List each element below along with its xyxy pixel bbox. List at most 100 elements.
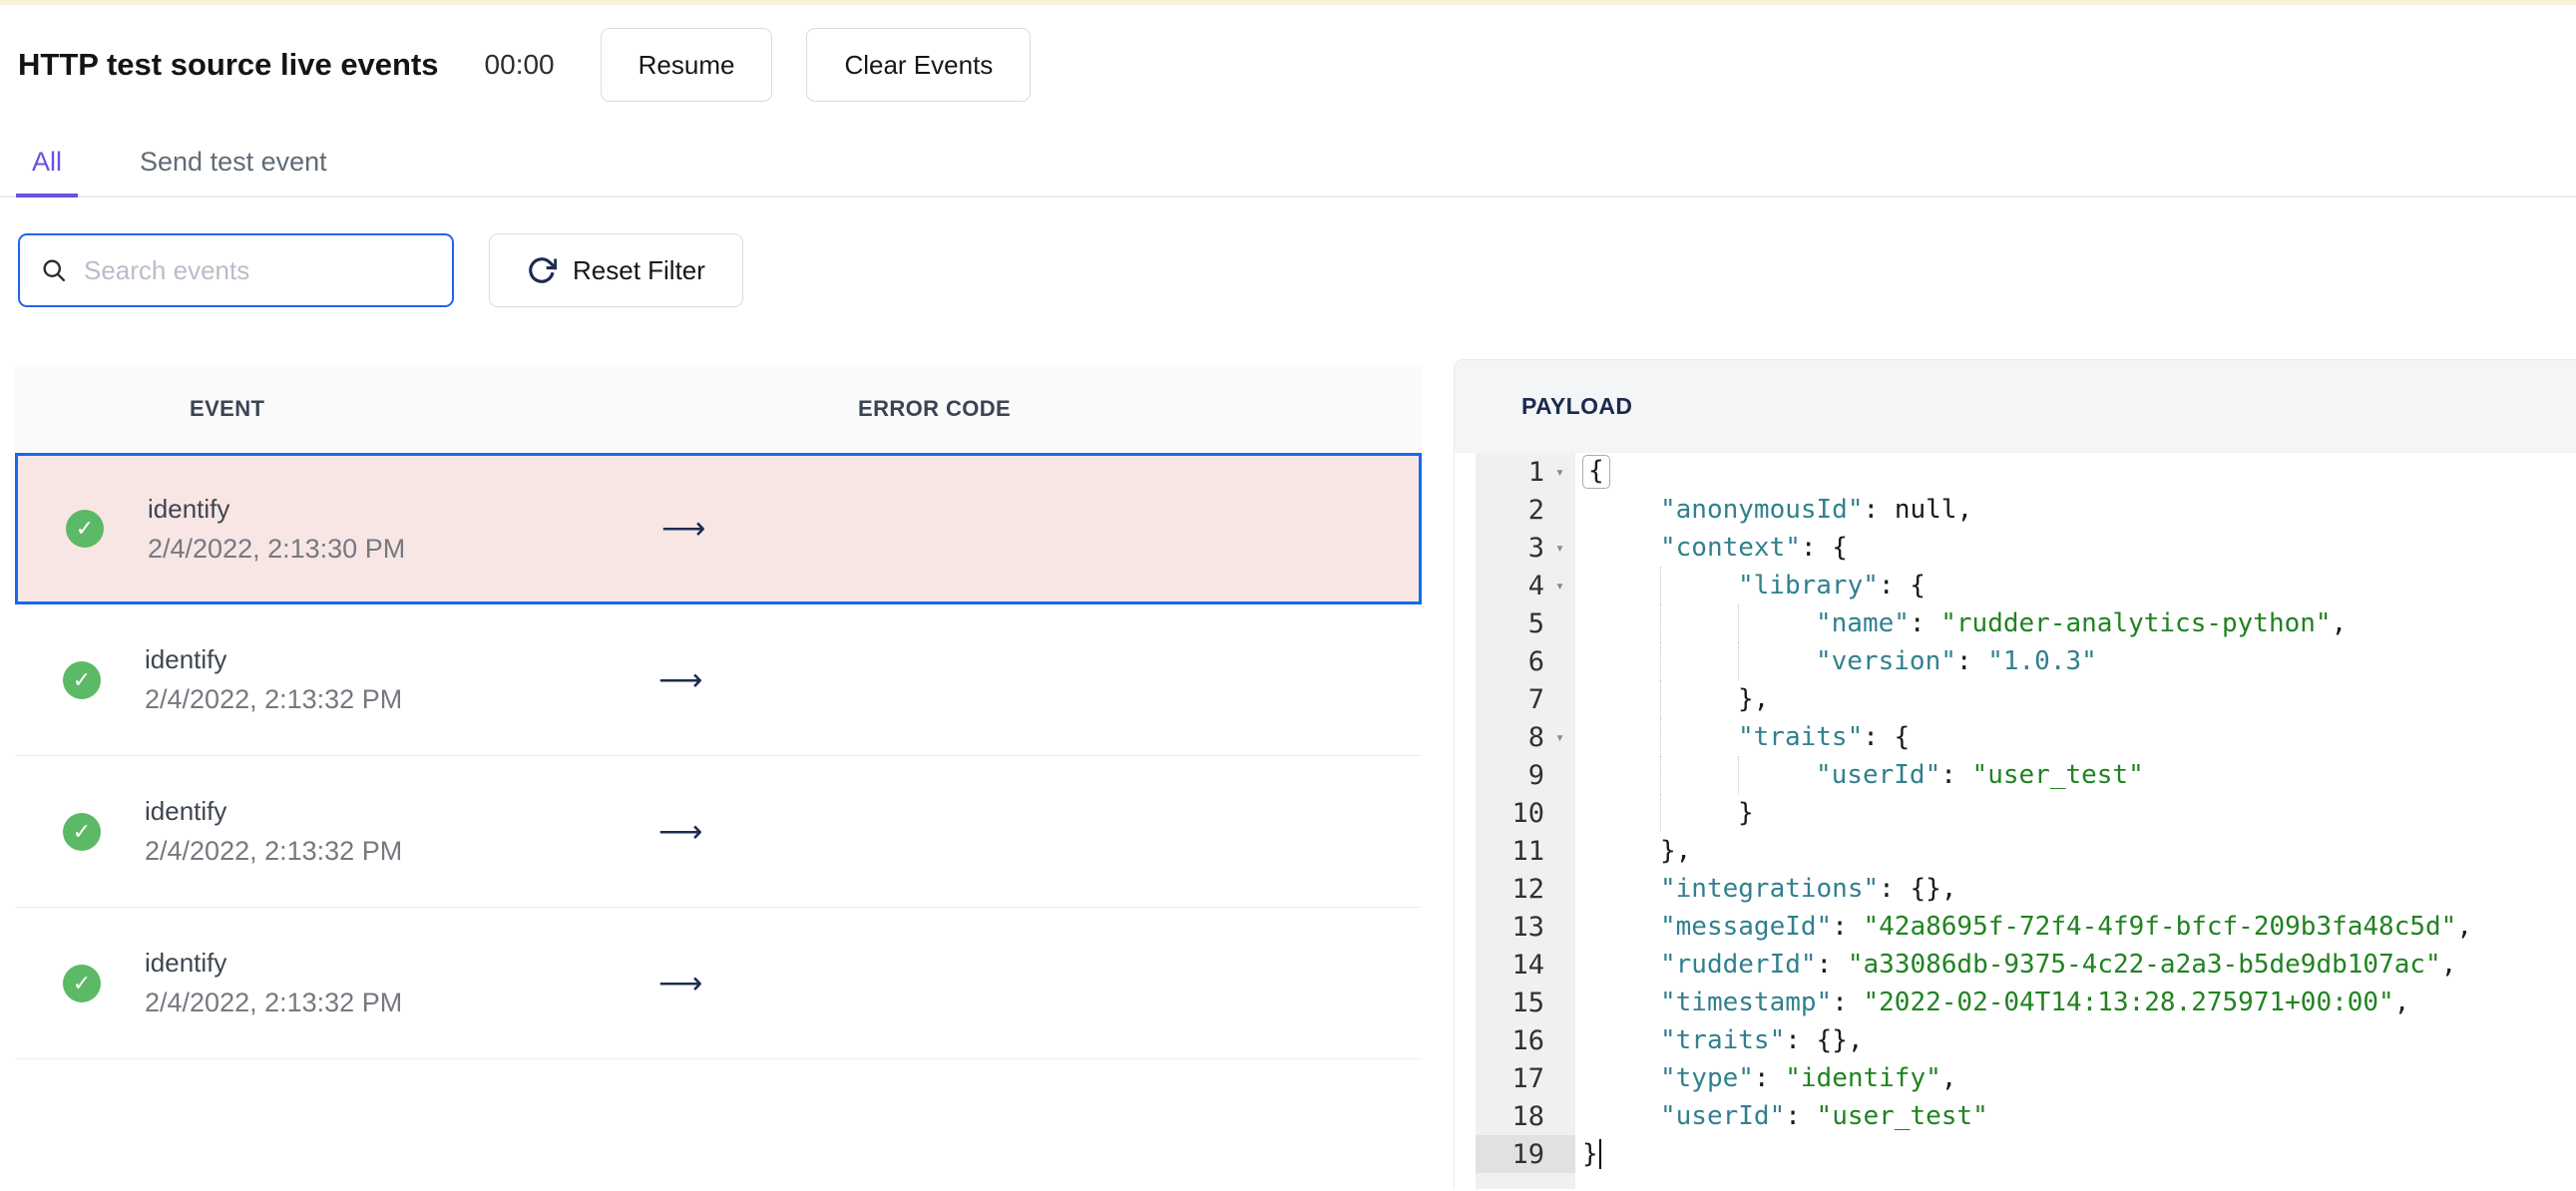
code-line: "anonymousId": null, xyxy=(1582,491,2576,529)
code-token: "userId" xyxy=(1816,760,1941,790)
code-line: "traits": { xyxy=(1582,718,2576,756)
gutter-line: 13 xyxy=(1476,908,1575,946)
row-arrow-icon[interactable]: ⟶ xyxy=(658,966,702,1001)
code-line: "type": "identify", xyxy=(1582,1059,2576,1097)
code-token: , xyxy=(2393,988,2410,1017)
gutter-line: 7 xyxy=(1476,680,1575,718)
gutter-line: 6 xyxy=(1476,642,1575,680)
code-token: : xyxy=(1832,988,1864,1017)
code-line: }, xyxy=(1582,832,2576,870)
events-list: EVENT ERROR CODE ✓ identify 2/4/2022, 2:13… xyxy=(15,365,1422,1059)
row-arrow-icon[interactable]: ⟶ xyxy=(658,814,702,850)
fold-arrow-icon[interactable]: ▾ xyxy=(1544,539,1575,557)
line-number: 18 xyxy=(1511,1100,1544,1132)
code-token: }, xyxy=(1738,684,1770,714)
tab-all[interactable]: All xyxy=(16,135,79,198)
code-line: }, xyxy=(1582,680,2576,718)
fold-arrow-icon[interactable]: ▾ xyxy=(1544,728,1575,746)
event-row[interactable]: ✓ identify 2/4/2022, 2:13:32 PM ⟶ xyxy=(15,908,1422,1059)
payload-editor[interactable]: 1 ▾ 2 3 ▾ 4 ▾ 5 6 7 8 ▾ 9 10 11 12 13 14 15 16 17 18 19 {"anon… xyxy=(1455,453,2576,1189)
code-token: "type" xyxy=(1660,1063,1754,1093)
reset-filter-button[interactable]: Reset Filter xyxy=(489,233,743,307)
code-token: "42a8695f-72f4-4f9f-bfcf-209b3fa48c5d" xyxy=(1863,912,2457,942)
resume-button[interactable]: Resume xyxy=(600,28,773,102)
row-arrow-icon[interactable]: ⟶ xyxy=(658,662,702,698)
event-row[interactable]: ✓ identify 2/4/2022, 2:13:32 PM ⟶ xyxy=(15,604,1422,756)
code-token: "rudderId" xyxy=(1660,950,1817,980)
row-arrow-icon[interactable]: ⟶ xyxy=(661,511,705,547)
code-line: "rudderId": "a33086db-9375-4c22-a2a3-b5d… xyxy=(1582,946,2576,984)
fold-arrow-icon[interactable]: ▾ xyxy=(1544,577,1575,595)
code-token: : xyxy=(1816,950,1848,980)
line-number: 8 xyxy=(1527,721,1544,753)
search-input[interactable] xyxy=(82,253,432,287)
code-line: "name": "rudder-analytics-python", xyxy=(1582,604,2576,642)
code-token: "2022-02-04T14:13:28.275971+00:00" xyxy=(1863,988,2394,1017)
code-token: , xyxy=(2440,950,2457,980)
indent-guide xyxy=(1660,567,1738,604)
code-token: "traits" xyxy=(1660,1025,1786,1055)
events-table-header: EVENT ERROR CODE xyxy=(15,365,1422,453)
code-token: { xyxy=(1582,455,1610,489)
gutter-line: 18 xyxy=(1476,1097,1575,1135)
gutter-line: 14 xyxy=(1476,946,1575,984)
indent-guide xyxy=(1660,642,1738,680)
code-token: , xyxy=(1956,495,1973,525)
code-token: : { xyxy=(1800,533,1848,563)
editor-code-area[interactable]: {"anonymousId": null, "context": {"librar… xyxy=(1575,453,2576,1189)
gutter-line: 1 ▾ xyxy=(1476,453,1575,491)
line-number: 11 xyxy=(1511,835,1544,867)
event-cell: identify 2/4/2022, 2:13:32 PM xyxy=(145,796,402,867)
indent-guide xyxy=(1660,756,1738,794)
code-token: "user_test" xyxy=(1816,1101,1988,1131)
code-token: } xyxy=(1582,1139,1598,1169)
code-line: "userId": "user_test" xyxy=(1582,756,2576,794)
reset-filter-label: Reset Filter xyxy=(573,254,705,285)
code-line: "userId": "user_test" xyxy=(1582,1097,2576,1135)
indent-guide xyxy=(1660,718,1738,756)
search-events-box[interactable] xyxy=(18,233,454,307)
code-token: : xyxy=(1753,1063,1786,1093)
code-token: , xyxy=(2456,912,2472,942)
fold-arrow-icon[interactable]: ▾ xyxy=(1544,463,1575,481)
code-token: "library" xyxy=(1738,571,1879,600)
payload-title: PAYLOAD xyxy=(1521,393,1633,419)
gutter-line: 10 xyxy=(1476,794,1575,832)
gutter-line: 5 xyxy=(1476,604,1575,642)
event-timestamp: 2/4/2022, 2:13:32 PM xyxy=(145,988,403,1017)
event-row[interactable]: ✓ identify 2/4/2022, 2:13:32 PM ⟶ xyxy=(15,756,1422,908)
clear-events-button[interactable]: Clear Events xyxy=(806,28,1032,102)
event-row[interactable]: ✓ identify 2/4/2022, 2:13:30 PM ⟶ xyxy=(15,453,1422,604)
gutter-line: 4 ▾ xyxy=(1476,567,1575,604)
gutter-line: 15 xyxy=(1476,984,1575,1021)
gutter-line: 16 xyxy=(1476,1021,1575,1059)
event-name: identify xyxy=(148,493,230,524)
code-token: "version" xyxy=(1816,646,1956,676)
editor-gutter: 1 ▾ 2 3 ▾ 4 ▾ 5 6 7 8 ▾ 9 10 11 12 13 14 15 16 17 18 19 xyxy=(1476,453,1575,1189)
code-token: "traits" xyxy=(1738,722,1864,752)
tab-send-test-event[interactable]: Send test event xyxy=(124,135,343,198)
event-timestamp: 2/4/2022, 2:13:32 PM xyxy=(145,836,403,866)
code-line: } xyxy=(1582,1135,2576,1173)
payload-panel: PAYLOAD 1 ▾ 2 3 ▾ 4 ▾ 5 6 7 8 ▾ 9 10 11 12 13 14 15 16 17 18 1… xyxy=(1454,359,2576,1189)
success-check-icon: ✓ xyxy=(63,964,101,1002)
code-token: : xyxy=(1909,608,1941,638)
line-number: 13 xyxy=(1511,911,1544,943)
success-check-icon: ✓ xyxy=(63,812,101,851)
column-header-error-code: ERROR CODE xyxy=(858,396,1012,421)
code-line: "version": "1.0.3" xyxy=(1582,642,2576,680)
top-banner-strip xyxy=(0,0,2576,5)
timer-value: 00:00 xyxy=(484,49,555,80)
line-number: 1 xyxy=(1527,456,1544,488)
